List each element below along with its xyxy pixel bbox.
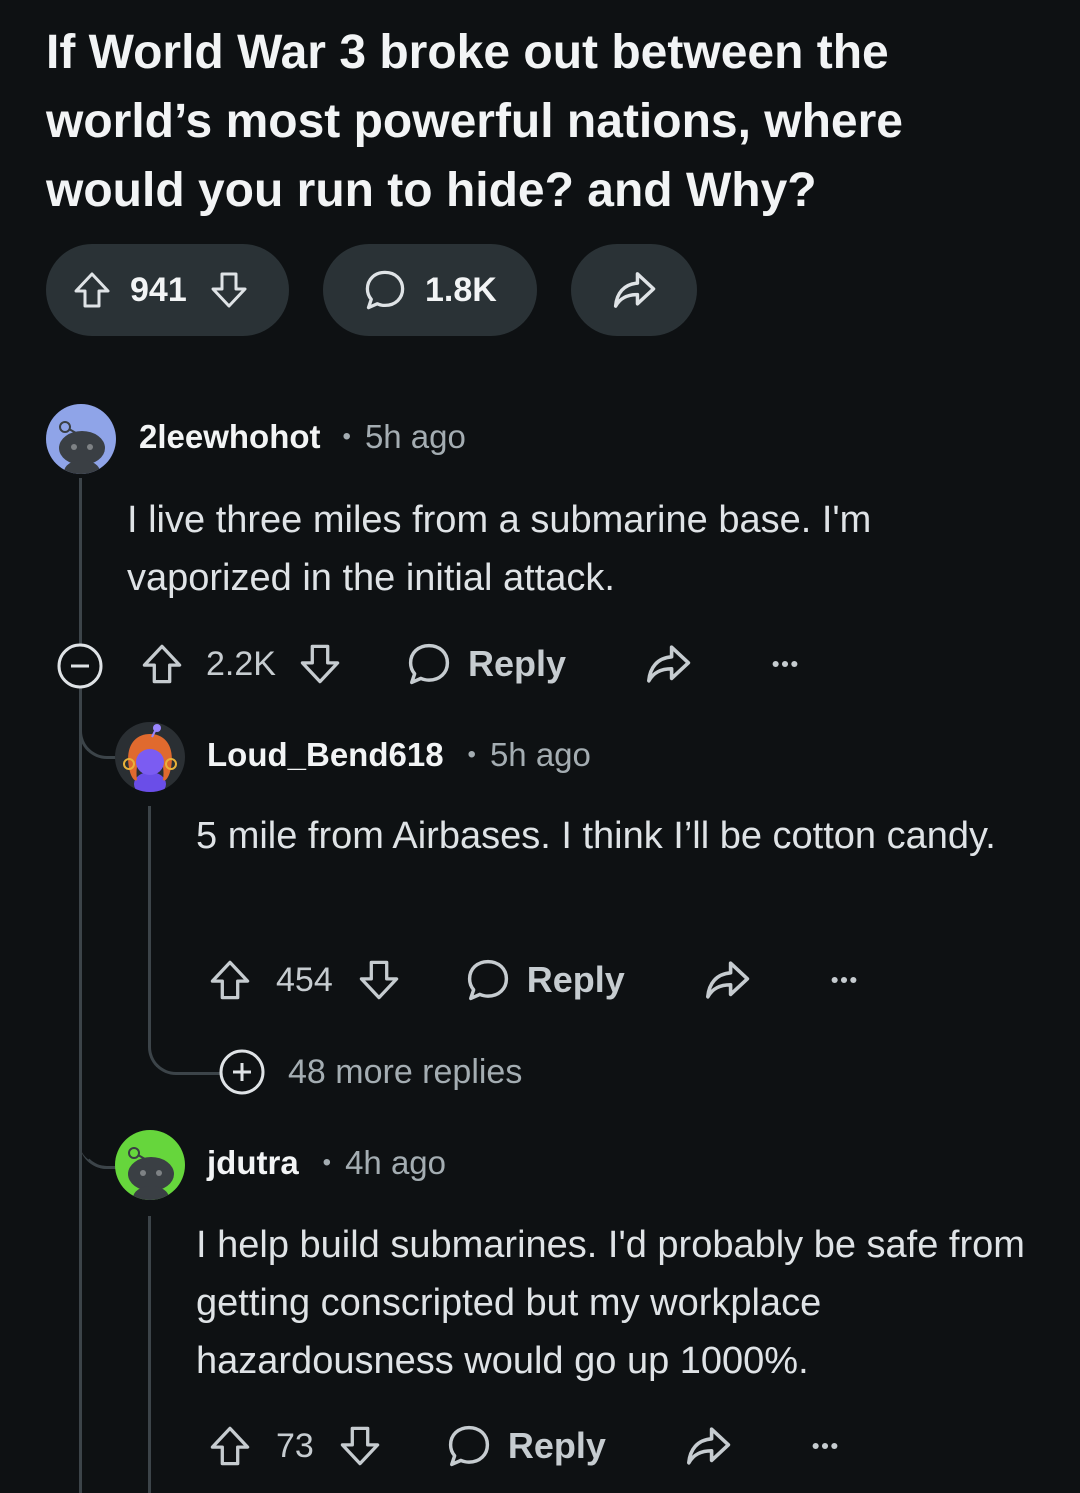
share-icon[interactable] [684, 1422, 732, 1470]
more-options-icon[interactable] [827, 963, 861, 997]
post-share-button[interactable] [571, 244, 697, 336]
post-vote-bar: 941 [46, 244, 289, 336]
reply-button[interactable]: Reply [446, 1423, 606, 1469]
comment-icon [465, 957, 511, 1003]
more-options-icon[interactable] [768, 647, 802, 681]
expand-icon [218, 1048, 266, 1096]
comment-header: 2leewhohot • 5h ago [139, 418, 466, 456]
post-title: If World War 3 broke out between the wor… [46, 26, 903, 217]
post-comments-button[interactable]: 1.8K [323, 244, 537, 336]
avatar[interactable] [115, 1130, 185, 1200]
comment-vote-count: 2.2K [206, 644, 276, 683]
thread-line-reply-2[interactable] [148, 1216, 151, 1493]
comment-username[interactable]: Loud_Bend618 [207, 736, 444, 774]
comment-timestamp: 5h ago [364, 418, 466, 455]
share-icon [611, 267, 657, 313]
comment-header: jdutra • 4h ago [207, 1144, 446, 1182]
separator-dot: • [467, 741, 476, 768]
separator-dot: • [322, 1149, 332, 1176]
comment-body: I help build submarines. I'd probably be… [196, 1224, 1025, 1382]
downvote-icon[interactable] [298, 642, 342, 686]
upvote-icon[interactable] [208, 1424, 252, 1468]
comment-actions: 73 Reply [208, 1422, 842, 1470]
upvote-icon[interactable] [140, 642, 184, 686]
downvote-icon[interactable] [338, 1424, 382, 1468]
comment-vote-count: 454 [276, 960, 333, 999]
reply-label: Reply [467, 643, 566, 684]
share-icon[interactable] [703, 956, 751, 1004]
reply-button[interactable]: Reply [465, 957, 625, 1003]
comment-icon [446, 1423, 492, 1469]
comment-username[interactable]: 2leewhohot [139, 418, 321, 456]
upvote-icon[interactable] [208, 958, 252, 1002]
thread-line-reply-1[interactable] [148, 806, 151, 1040]
comment-body: I live three miles from a submarine base… [127, 499, 872, 599]
avatar[interactable] [46, 404, 116, 474]
thread-connector [148, 1026, 221, 1075]
reply-label: Reply [507, 1425, 606, 1466]
upvote-icon[interactable] [72, 270, 112, 310]
comment-actions: 454 Reply [208, 956, 861, 1004]
downvote-icon[interactable] [357, 958, 401, 1002]
comment-icon [363, 268, 407, 312]
thread-line-main-lower[interactable] [79, 684, 82, 1493]
more-replies-link[interactable]: 48 more replies [218, 1048, 522, 1096]
comment-timestamp: 4h ago [345, 1144, 447, 1181]
post-vote-count: 941 [130, 270, 187, 309]
comment-timestamp: 5h ago [489, 736, 591, 773]
reply-button[interactable]: Reply [406, 641, 566, 687]
downvote-icon[interactable] [209, 270, 249, 310]
comment-username[interactable]: jdutra [207, 1144, 299, 1182]
reply-label: Reply [526, 959, 625, 1000]
comment-vote-count: 73 [276, 1426, 314, 1465]
share-icon[interactable] [644, 640, 692, 688]
collapse-icon[interactable] [56, 642, 104, 690]
separator-dot: • [342, 423, 351, 450]
comment-icon [406, 641, 452, 687]
post-comment-count: 1.8K [425, 270, 497, 309]
comment-actions: 2.2K Reply [140, 640, 802, 688]
more-options-icon[interactable] [808, 1429, 842, 1463]
more-replies-label: 48 more replies [288, 1052, 523, 1091]
comment-body: 5 mile from Airbases. I think I’ll be co… [196, 815, 996, 857]
comment-header: Loud_Bend618 • 5h ago [207, 736, 591, 774]
avatar[interactable] [115, 722, 185, 792]
thread-line-main[interactable] [79, 478, 82, 646]
